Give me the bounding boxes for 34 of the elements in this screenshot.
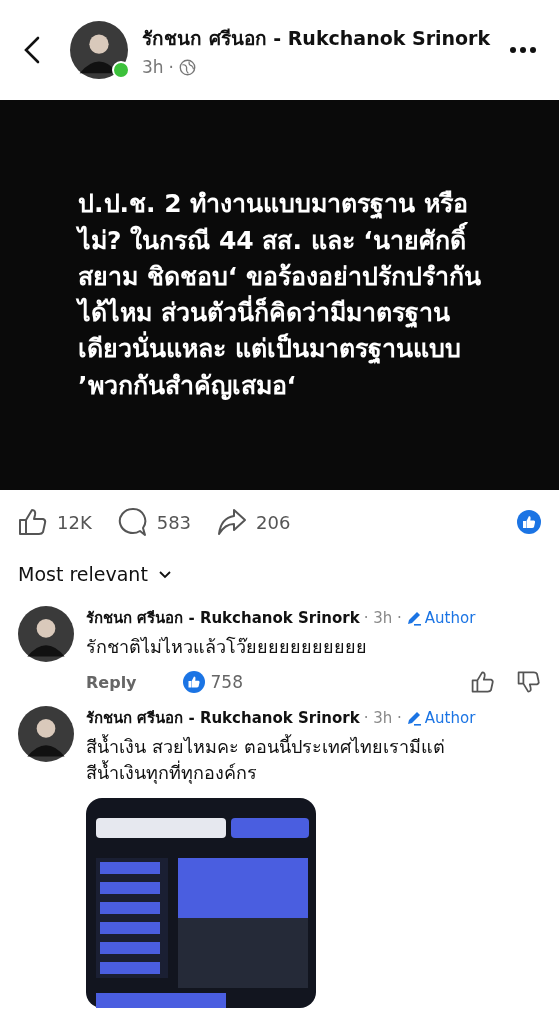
thumbs-up-icon[interactable]: [471, 670, 495, 695]
post-time: 3h: [142, 57, 164, 77]
author-label: Author: [424, 709, 476, 728]
pencil-icon: [405, 610, 422, 626]
share-count: 206: [256, 511, 291, 533]
comment-icon[interactable]: [117, 507, 148, 537]
separator-dot: ·: [168, 57, 174, 77]
avatar-icon[interactable]: [18, 706, 74, 763]
reply-button[interactable]: Reply: [86, 672, 137, 692]
back-icon[interactable]: [24, 36, 40, 64]
comment-count: 583: [156, 511, 192, 533]
like-reaction-icon: [182, 671, 205, 694]
thumbs-down-icon[interactable]: [517, 670, 541, 695]
comment-like-count: 758: [210, 672, 243, 693]
share-icon[interactable]: [217, 508, 248, 536]
commenter-name[interactable]: รักชนก ศรีนอก - Rukchanok Srinork: [86, 706, 360, 731]
comment-text: รักชาติไม่ไหวแล้วโว๊ยยยยยยยยยยย: [86, 635, 368, 659]
like-icon[interactable]: [18, 508, 48, 536]
more-options-icon[interactable]: [509, 46, 537, 54]
pencil-icon: [405, 710, 422, 727]
author-name[interactable]: รักชนก ศรีนอก - Rukchanok Srinork: [142, 23, 495, 53]
avatar-icon[interactable]: [18, 606, 74, 662]
post-text: ป.ป.ช. 2 ทำงานแบบมาตรฐาน หรือ ไม่? ในกรณี 44 สส. และ ‘นายศักดิ์ สยาม ชิดชอบ‘ ขอร้องอย่าปรักปรำกัน ได้ไหม ส่วนตัวนี่ก็คิดว่ามีมาตรฐาน เดียวนั่นแหละ แต่เป็นมาตรฐานแบบ ’พวกกันสำคัญเสมอ‘: [75, 188, 482, 402]
comment-time: · 3h ·: [363, 709, 402, 728]
comment-time: · 3h ·: [363, 609, 402, 627]
avatar-icon[interactable]: [70, 21, 128, 79]
chevron-down-icon: [157, 569, 172, 579]
comment-text: สีน้ำเงิน สวยไหมคะ ตอนนี้ประเทศไทยเรามีแต่ สีน้ำเงินทุกที่ทุกองค์กร: [86, 734, 447, 786]
like-count: 12K: [57, 511, 92, 533]
author-label: Author: [424, 609, 476, 627]
like-reaction-icon[interactable]: [517, 510, 541, 534]
commenter-name[interactable]: รักชนก ศรีนอก - Rukchanok Srinork: [86, 606, 360, 630]
globe-icon: [179, 58, 196, 76]
sort-dropdown[interactable]: Most relevant: [0, 554, 190, 594]
